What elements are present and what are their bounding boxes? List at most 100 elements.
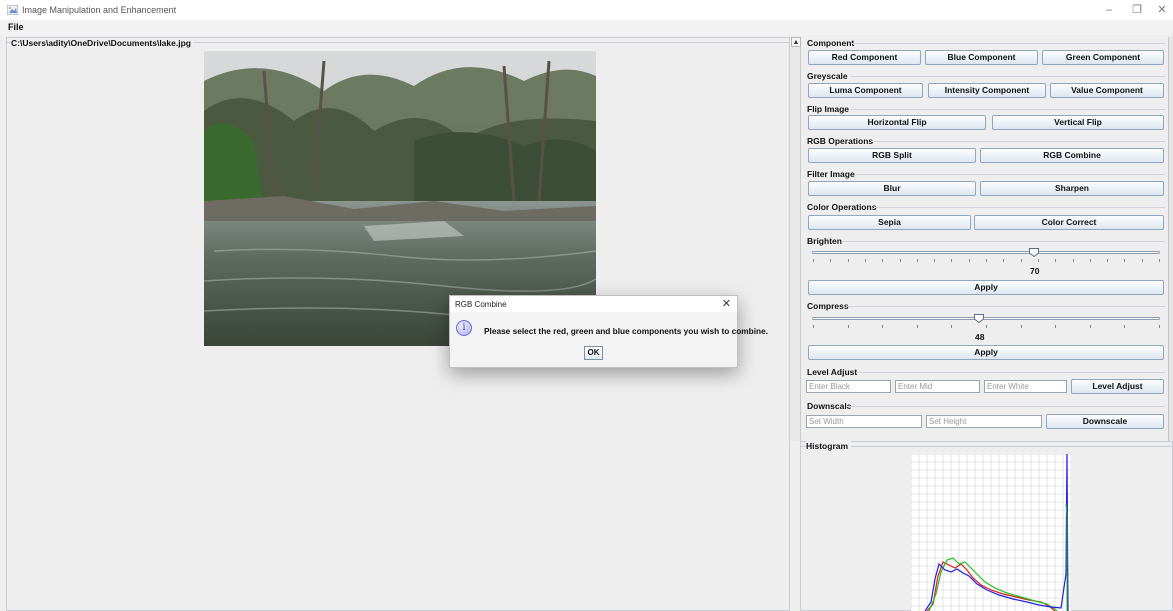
slider-tick (1141, 259, 1143, 262)
menu-file[interactable]: File (8, 22, 24, 32)
slider-tick (1089, 259, 1091, 262)
slider-tick (1020, 325, 1022, 328)
color-operations-separator (874, 207, 1165, 208)
slider-tick (951, 325, 953, 328)
greyscale-separator (851, 76, 1165, 77)
rgb-split-button[interactable]: RGB Split (808, 148, 976, 163)
slider-tick (882, 325, 884, 328)
maximize-button[interactable]: ❐ (1125, 3, 1149, 17)
slider-tick (934, 259, 936, 262)
brighten-separator (843, 241, 1165, 242)
slider-tick (1089, 325, 1091, 328)
control-panel: ▲ Component Red Component Blue Component… (791, 37, 1173, 441)
slider-tick (1055, 259, 1057, 262)
slider-tick (1037, 259, 1039, 262)
slider-tick (847, 259, 849, 262)
sharpen-button[interactable]: Sharpen (980, 181, 1164, 196)
value-component-button[interactable]: Value Component (1050, 83, 1164, 98)
histogram-border (801, 446, 1172, 447)
slider-tick (1020, 259, 1022, 262)
slider-tick (1124, 325, 1126, 328)
minimize-button[interactable]: – (1097, 3, 1121, 17)
brighten-slider-thumb-icon[interactable] (1029, 248, 1039, 257)
menu-bar: File (0, 20, 1173, 35)
slider-tick (1072, 259, 1074, 262)
downscale-button[interactable]: Downscale (1046, 414, 1164, 429)
slider-tick (1107, 259, 1109, 262)
brighten-value: 70 (1030, 266, 1040, 276)
green-component-button[interactable]: Green Component (1042, 50, 1164, 65)
compress-slider-thumb-icon[interactable] (974, 314, 984, 323)
ok-button[interactable]: OK (584, 346, 603, 360)
close-window-button[interactable]: ✕ (1150, 3, 1173, 17)
flip-group-title: Flip Image (807, 104, 850, 114)
slider-tick (813, 259, 814, 262)
info-icon: i (456, 320, 472, 336)
slider-tick (864, 259, 866, 262)
slider-tick (1159, 325, 1160, 328)
slider-tick (951, 259, 953, 262)
rgb-operations-group-title: RGB Operations (807, 136, 874, 146)
image-path-title: C:\Users\adity\OneDrive\Documents\lake.j… (11, 38, 194, 48)
blur-button[interactable]: Blur (808, 181, 976, 196)
flip-separator (851, 109, 1165, 110)
scroll-up-arrow-icon[interactable]: ▲ (791, 37, 801, 47)
level-adjust-separator (856, 372, 1165, 373)
horizontal-flip-button[interactable]: Horizontal Flip (808, 115, 986, 130)
slider-tick (830, 259, 832, 262)
compress-group-title: Compress (807, 301, 849, 311)
enter-mid-input[interactable]: Enter Mid (895, 380, 980, 393)
downscale-separator (847, 406, 1165, 407)
compress-apply-button[interactable]: Apply (808, 345, 1164, 360)
java-app-icon (7, 5, 18, 15)
brighten-slider-track[interactable] (812, 251, 1160, 254)
rgb-combine-button[interactable]: RGB Combine (980, 148, 1164, 163)
blue-component-button[interactable]: Blue Component (925, 50, 1038, 65)
vertical-scrollbar[interactable]: ▲ (791, 37, 801, 441)
histogram-panel: Histogram (800, 441, 1173, 611)
vertical-flip-button[interactable]: Vertical Flip (992, 115, 1164, 130)
histogram-title: Histogram (806, 441, 852, 451)
brighten-apply-button[interactable]: Apply (808, 280, 1164, 295)
compress-separator (846, 306, 1165, 307)
compress-slider-track[interactable] (812, 317, 1160, 320)
slider-tick (1003, 259, 1005, 262)
slider-tick (916, 325, 918, 328)
brighten-group-title: Brighten (807, 236, 842, 246)
compress-value: 48 (975, 332, 985, 342)
slider-tick (1159, 259, 1160, 262)
level-adjust-button[interactable]: Level Adjust (1071, 379, 1164, 394)
slider-tick (1124, 259, 1126, 262)
slider-tick (847, 325, 849, 328)
slider-tick (916, 259, 918, 262)
slider-tick (899, 259, 901, 262)
slider-tick (882, 259, 884, 262)
filter-separator (856, 174, 1165, 175)
window-title: Image Manipulation and Enhancement (22, 5, 177, 15)
slider-tick (986, 259, 987, 262)
set-width-input[interactable]: Set Width (806, 415, 922, 428)
sepia-button[interactable]: Sepia (808, 215, 971, 230)
component-separator (851, 43, 1165, 44)
luma-component-button[interactable]: Luma Component (808, 83, 923, 98)
slider-tick (986, 325, 987, 328)
dialog-titlebar: RGB Combine ✕ (450, 296, 737, 312)
greyscale-group-title: Greyscale (807, 71, 848, 81)
enter-black-input[interactable]: Enter Black (806, 380, 891, 393)
panel-scrollbar-right[interactable] (1168, 37, 1173, 441)
dialog-message: Please select the red, green and blue co… (484, 326, 769, 336)
slider-tick (1055, 325, 1057, 328)
slider-tick (968, 259, 970, 262)
component-group-title: Component (807, 38, 855, 48)
color-correct-button[interactable]: Color Correct (974, 215, 1164, 230)
rgb-combine-dialog: RGB Combine ✕ i Please select the red, g… (449, 295, 768, 368)
red-component-button[interactable]: Red Component (808, 50, 921, 65)
dialog-close-icon[interactable]: ✕ (722, 297, 731, 310)
enter-white-input[interactable]: Enter White (984, 380, 1067, 393)
intensity-component-button[interactable]: Intensity Component (928, 83, 1046, 98)
window-titlebar: Image Manipulation and Enhancement – ❐ ✕ (0, 0, 1173, 20)
histogram-chart (911, 454, 1071, 611)
dialog-title: RGB Combine (455, 300, 507, 309)
set-height-input[interactable]: Set Height (926, 415, 1042, 428)
color-operations-group-title: Color Operations (807, 202, 877, 212)
